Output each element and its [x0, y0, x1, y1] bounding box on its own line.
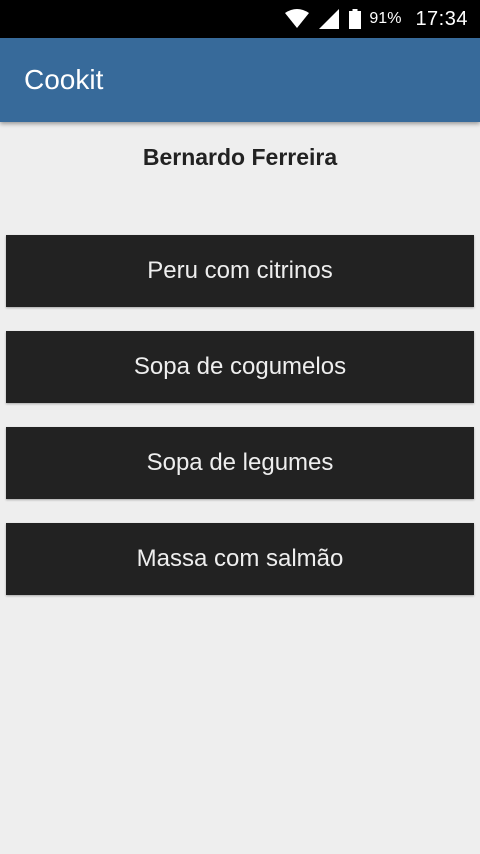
- status-bar: 91% 17:34: [0, 0, 480, 38]
- app-bar: Cookit: [0, 38, 480, 122]
- app-title: Cookit: [24, 64, 104, 95]
- recipe-button-peru-com-citrinos[interactable]: Peru com citrinos: [6, 235, 474, 307]
- battery-icon: [349, 9, 362, 29]
- recipe-button-sopa-de-cogumelos[interactable]: Sopa de cogumelos: [6, 331, 474, 403]
- recipe-button-massa-com-salmao[interactable]: Massa com salmão: [6, 523, 474, 595]
- status-clock: 17:34: [415, 7, 468, 30]
- battery-percentage: 91%: [369, 10, 402, 27]
- user-name: Bernardo Ferreira: [142, 144, 338, 170]
- recipe-button-sopa-de-legumes[interactable]: Sopa de legumes: [6, 427, 474, 499]
- signal-icon: [319, 9, 340, 29]
- recipe-list: Peru com citrinos Sopa de cogumelos Sopa…: [6, 235, 474, 619]
- wifi-icon: [285, 9, 310, 29]
